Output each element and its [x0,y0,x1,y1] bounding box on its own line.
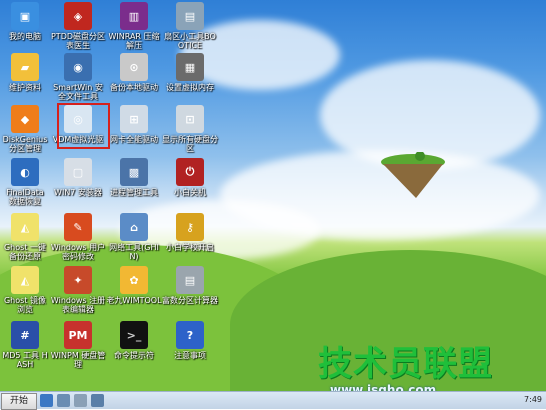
desktop: ▣ 我的电脑 ◈ PTDD磁盘分区表医生 ▥ WINRAR 压缩解压 ▤ 扇区小工具BOOTI… [0,0,546,391]
watermark-url: www.jsgho.com [330,383,437,391]
desktop-icon-label: WINRAR 压缩解压 [108,32,160,50]
desktop-icon-label: 显示所有硬盘分区 [162,135,218,153]
calculator-icon: ▤ [176,266,204,294]
floating-island-decoration [378,151,448,198]
desktop-icon-label: DiskGenius 分区管理 [2,135,48,153]
desktop-icon[interactable]: ⊙ 备份本地驱动 [106,53,162,92]
tray-network-icon[interactable] [40,394,53,407]
desktop-icon-label: 设置虚拟内存 [166,83,214,92]
desktop-icon[interactable]: ⏻ 小白关机 [162,158,218,197]
diskgenius-icon: ◆ [11,105,39,133]
desktop-icon-label: MD5 工具 HASH [2,351,48,369]
desktop-icon[interactable]: PM WINPM 硬盘管理 [50,321,106,369]
desktop-icon-label: WIN7 安装器 [54,188,102,197]
desktop-icon[interactable]: ◉ SmartWin 安全文件工具 [50,53,106,101]
shutdown-icon: ⏻ [176,158,204,186]
desktop-icon[interactable]: ⊞ 网卡全能驱动 [106,105,162,144]
folder-icon: ▰ [11,53,39,81]
ptdd-icon: ◈ [64,2,92,30]
desktop-icon[interactable]: ▦ 设置虚拟内存 [162,53,218,92]
network-driver-icon: ⊞ [120,105,148,133]
regedit-icon: ✦ [64,266,92,294]
desktop-icon[interactable]: ✿ 老九WIMTOOL [106,266,162,305]
desktop-icon-label: 维护资料 [9,83,41,92]
finaldata-icon: ◐ [11,158,39,186]
desktop-icon-label: Windows 注册表编辑器 [50,296,106,314]
desktop-icon[interactable]: ▤ 扇区小工具BOOTICE [162,2,218,50]
desktop-icon-label: 小白学校开启 [166,243,214,252]
cmd-icon: >_ [120,321,148,349]
desktop-icon[interactable]: ⚷ 小白学校开启 [162,213,218,252]
desktop-icon[interactable]: ◈ PTDD磁盘分区表医生 [50,2,106,50]
desktop-icon-label: 备份本地驱动 [110,83,158,92]
desktop-icon-label: 富数分区计算器 [162,296,218,305]
tray-volume-icon[interactable] [57,394,70,407]
desktop-icon-label: 进程管理工具 [110,188,158,197]
computer-icon: ▣ [11,2,39,30]
virtual-memory-icon: ▦ [176,53,204,81]
desktop-icon[interactable]: ▩ 进程管理工具 [106,158,162,197]
desktop-icon-label: 扇区小工具BOOTICE [164,32,216,50]
tray-help-icon[interactable] [91,394,104,407]
desktop-icon-label: SmartWin 安全文件工具 [53,83,103,101]
desktop-icon-label: Windows 用户密码修改 [50,243,106,261]
desktop-icon[interactable]: ⊡ 显示所有硬盘分区 [162,105,218,153]
ghost-explorer-icon: ◭ [11,266,39,294]
desktop-icon[interactable]: ▥ WINRAR 压缩解压 [106,2,162,50]
backup-driver-icon: ⊙ [120,53,148,81]
desktop-icon[interactable]: ▢ WIN7 安装器 [50,158,106,197]
key-icon: ⚷ [176,213,204,241]
smartwin-icon: ◉ [64,53,92,81]
desktop-icon[interactable]: ▰ 维护资料 [2,53,48,92]
desktop-icon-label: 网卡全能驱动 [110,135,158,144]
winrar-icon: ▥ [120,2,148,30]
network-tool-icon: ⌂ [120,213,148,241]
desktop-icon[interactable]: ◭ Ghost 镜像浏览 [2,266,48,314]
desktop-icon-label: 网络工具(GHIN) [109,243,159,261]
taskbar-clock: 7:49 [524,395,542,404]
password-icon: ✎ [64,213,92,241]
desktop-icon[interactable]: ✦ Windows 注册表编辑器 [50,266,106,314]
desktop-icon[interactable]: ⌂ 网络工具(GHIN) [106,213,162,261]
desktop-icon-label: FinalData 数据恢复 [6,188,44,206]
desktop-icon[interactable]: ▤ 富数分区计算器 [162,266,218,305]
desktop-icon-label: Ghost 镜像浏览 [3,296,46,314]
win7-installer-icon: ▢ [64,158,92,186]
watermark-logo: 技术员联盟 [318,344,493,384]
desktop-icon-label: 小白关机 [174,188,206,197]
desktop-icon-label: WINPM 硬盘管理 [50,351,106,369]
desktop-icon-label: 命令提示符 [114,351,154,360]
desktop-icon[interactable]: >_ 命令提示符 [106,321,162,360]
desktop-icon-label: 我的电脑 [9,32,41,41]
ghost-icon: ◭ [11,213,39,241]
desktop-icon-label: Ghost 一键备份还原 [3,243,46,261]
show-partitions-icon: ⊡ [176,105,204,133]
selection-highlight [57,103,110,149]
tray-drive-icon[interactable] [74,394,87,407]
start-button[interactable]: 开始 [1,393,37,410]
taskbar: 开始 7:49 [0,391,546,410]
desktop-icon[interactable]: ? 注意事项 [162,321,218,360]
desktop-icon-label: PTDD磁盘分区表医生 [50,32,106,50]
help-icon: ? [176,321,204,349]
desktop-icon[interactable]: # MD5 工具 HASH [2,321,48,369]
md5-icon: # [11,321,39,349]
wimtool-icon: ✿ [120,266,148,294]
winpm-icon: PM [64,321,92,349]
desktop-icon[interactable]: ✎ Windows 用户密码修改 [50,213,106,261]
desktop-icon-label: 老九WIMTOOL [106,296,162,305]
desktop-icon[interactable]: ◭ Ghost 一键备份还原 [2,213,48,261]
bootice-icon: ▤ [176,2,204,30]
desktop-icon[interactable]: ▣ 我的电脑 [2,2,48,41]
desktop-icon[interactable]: ◆ DiskGenius 分区管理 [2,105,48,153]
desktop-icon[interactable]: ◐ FinalData 数据恢复 [2,158,48,206]
desktop-icon-label: 注意事项 [174,351,206,360]
process-manager-icon: ▩ [120,158,148,186]
